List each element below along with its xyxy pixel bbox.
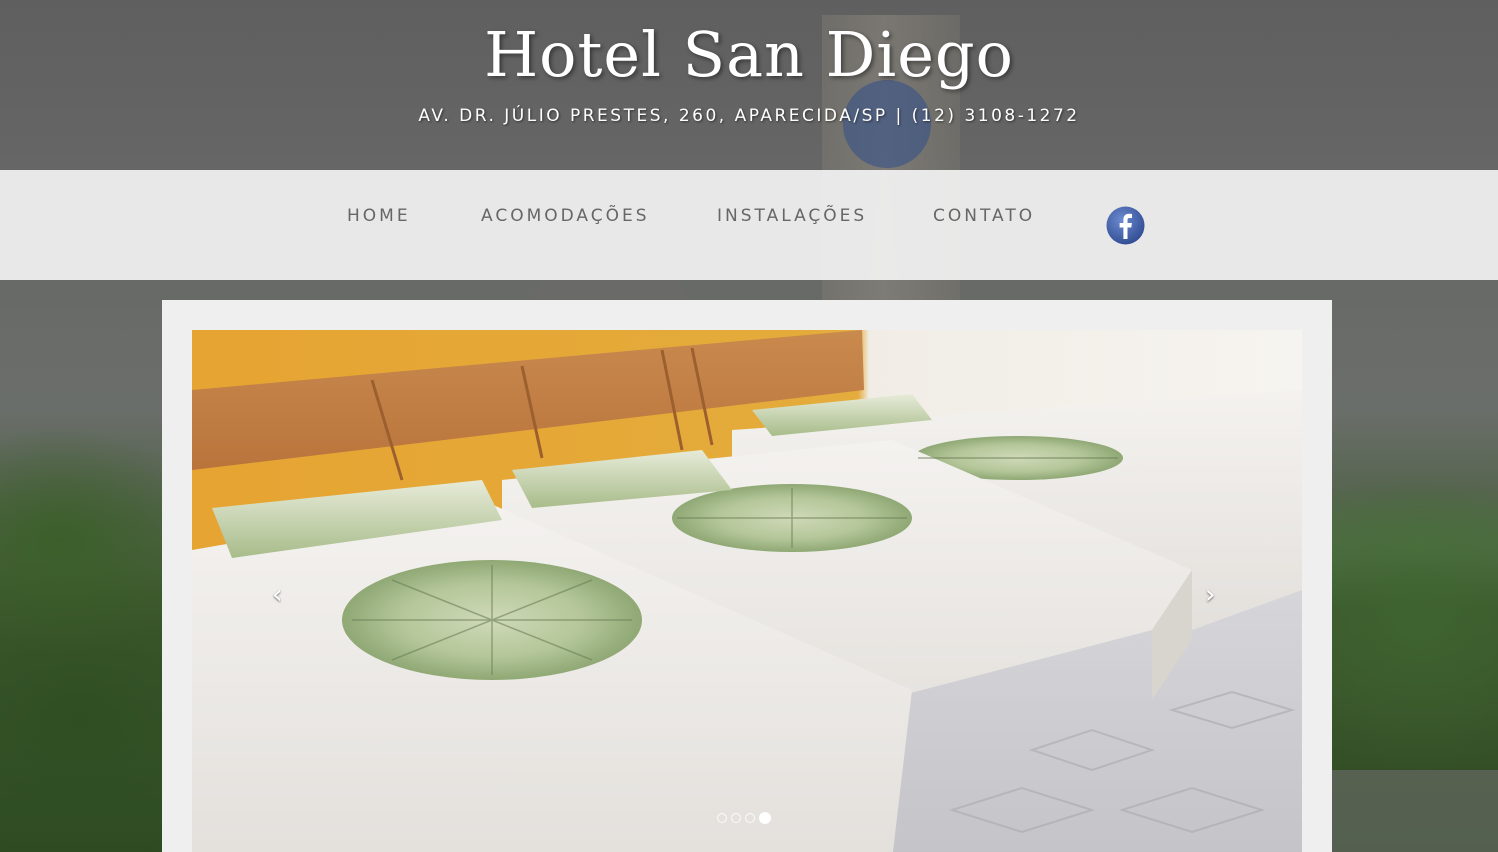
nav-home[interactable]: HOME <box>347 206 411 226</box>
facebook-icon <box>1106 206 1145 245</box>
main-navigation: HOME ACOMODAÇÕES INSTALAÇÕES CONTATO <box>0 170 1498 280</box>
nav-contato[interactable]: CONTATO <box>933 206 1035 226</box>
slider-next-button[interactable]: › <box>1205 582 1215 608</box>
slider-dot-4[interactable] <box>759 812 771 824</box>
slider-pagination <box>717 812 771 824</box>
image-slider <box>162 300 1332 852</box>
room-photo <box>192 330 1302 852</box>
slider-dot-3[interactable] <box>745 813 755 823</box>
slider-dot-2[interactable] <box>731 813 741 823</box>
site-address: AV. DR. JÚLIO PRESTES, 260, APARECIDA/SP… <box>418 106 1080 126</box>
background-road <box>1332 770 1498 852</box>
nav-instalacoes[interactable]: INSTALAÇÕES <box>717 206 867 226</box>
site-header: Hotel San Diego AV. DR. JÚLIO PRESTES, 2… <box>0 0 1498 170</box>
page: Hotel San Diego AV. DR. JÚLIO PRESTES, 2… <box>0 0 1498 852</box>
slider-prev-button[interactable]: ‹ <box>272 582 282 608</box>
nav-acomodacoes[interactable]: ACOMODAÇÕES <box>481 206 650 226</box>
site-title[interactable]: Hotel San Diego <box>0 18 1498 91</box>
slider-dot-1[interactable] <box>717 813 727 823</box>
facebook-link[interactable] <box>1106 206 1145 245</box>
